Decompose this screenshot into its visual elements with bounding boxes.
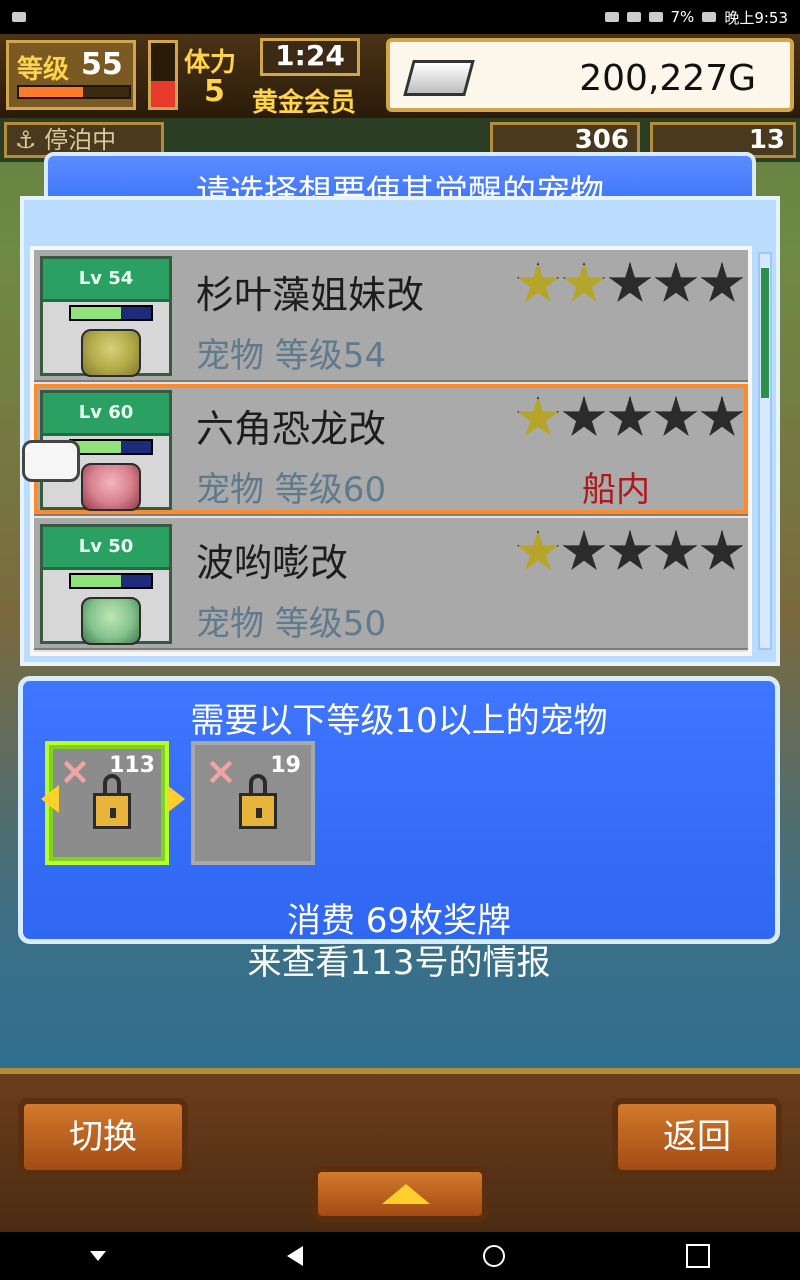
- pet-card: Lv 54: [40, 256, 172, 377]
- star-icon: [608, 262, 652, 303]
- star-icon: [562, 262, 606, 303]
- stamina-gauge-fill: [151, 81, 175, 107]
- star-icon: [654, 262, 698, 303]
- clock: 晚上9:53: [724, 8, 788, 27]
- requirement-info-link[interactable]: 来查看113号的情报: [23, 935, 775, 984]
- stamina-gauge: [148, 40, 178, 110]
- star-icon: [516, 530, 560, 571]
- pet-hp-fill: [71, 307, 121, 319]
- silver-ingot-icon: [403, 60, 475, 96]
- status-left: [12, 12, 26, 22]
- level-value: 55: [81, 47, 123, 82]
- slot-next-arrow-icon[interactable]: [167, 785, 185, 813]
- pet-name: 杉叶藻姐妹改: [196, 273, 425, 317]
- pet-card: Lv 50: [40, 524, 172, 645]
- pet-card-level: Lv 60: [43, 393, 169, 436]
- pet-sprite: [81, 463, 141, 511]
- battery-icon: [702, 12, 717, 22]
- pet-row-selected[interactable]: Lv 60 六角恐龙改 宠物 等级60 船内: [34, 384, 748, 516]
- star-icon: [516, 396, 560, 437]
- pet-list-scroll-thumb[interactable]: [761, 268, 769, 398]
- player-level-box: 等级 55: [6, 40, 136, 110]
- battery-percent: 7%: [670, 8, 695, 26]
- star-icon: [562, 396, 606, 437]
- star-icon: [654, 530, 698, 571]
- star-icon: [562, 530, 606, 571]
- pet-list[interactable]: Lv 54 杉叶藻姐妹改 宠物 等级54 Lv 60 六角恐龙改 宠物 等级60: [30, 246, 752, 656]
- star-icon: [700, 530, 744, 571]
- nav-hide-icon[interactable]: [90, 1251, 107, 1261]
- stamina-value: 5: [204, 74, 225, 109]
- pet-list-inner: Lv 54 杉叶藻姐妹改 宠物 等级54 Lv 60 六角恐龙改 宠物 等级60: [34, 250, 748, 652]
- slot-prev-arrow-icon[interactable]: [41, 785, 59, 813]
- nav-home-icon[interactable]: [483, 1245, 506, 1267]
- headphones-icon: [604, 12, 619, 22]
- pet-meta: 宠物 等级60: [196, 470, 387, 510]
- pet-hp-bar: [69, 305, 153, 321]
- wifi-icon: [648, 12, 663, 22]
- not-owned-x-icon: ×: [205, 749, 237, 793]
- pet-rarity-stars: [516, 262, 748, 314]
- switch-button[interactable]: 切换: [18, 1098, 188, 1176]
- anchor-icon: ⚓: [15, 126, 37, 154]
- pet-card-level: Lv 54: [43, 259, 169, 302]
- star-icon: [608, 396, 652, 437]
- membership-label: 黄金会员: [252, 88, 357, 118]
- required-pet-number: 19: [270, 753, 301, 778]
- bottom-controls: 切换 返回: [0, 1068, 800, 1238]
- back-button[interactable]: 返回: [612, 1098, 782, 1176]
- not-owned-x-icon: ×: [59, 749, 91, 793]
- level-progress-bar: [17, 85, 131, 99]
- stamina-timer: 1:24: [260, 38, 360, 76]
- required-pet-slot[interactable]: × 19: [191, 741, 315, 865]
- game-top-bar: 等级 55 体力 5 1:24 黄金会员 200,227G: [0, 34, 800, 122]
- pet-sprite: [81, 597, 141, 645]
- nav-back-icon[interactable]: [286, 1246, 303, 1266]
- nav-recents-icon[interactable]: [685, 1244, 710, 1268]
- star-icon: [700, 396, 744, 437]
- eye-icon: [626, 12, 641, 22]
- system-nav-bar: [0, 1232, 800, 1280]
- pet-name: 波哟嘭改: [196, 541, 349, 585]
- system-status-bar: 7% 晚上9:53: [0, 0, 800, 34]
- required-pet-slot-selected[interactable]: × 113: [45, 741, 169, 865]
- requirement-panel: 需要以下等级10以上的宠物 × 113 × 19 消费 69枚奖牌 来查看113…: [18, 676, 780, 983]
- pet-row[interactable]: Lv 50 波哟嘭改 宠物 等级50: [34, 518, 748, 650]
- pet-hp-bar: [69, 439, 153, 455]
- requirement-title: 需要以下等级10以上的宠物: [190, 701, 608, 741]
- star-icon: [654, 396, 698, 437]
- pet-list-scrollbar[interactable]: [758, 252, 772, 650]
- pet-name: 六角恐龙改: [196, 407, 387, 451]
- expand-up-button[interactable]: [312, 1166, 488, 1222]
- pet-rarity-stars: [516, 396, 748, 448]
- chat-icon: [12, 12, 26, 22]
- star-icon: [516, 262, 560, 303]
- star-icon: [700, 262, 744, 303]
- up-arrow-icon: [382, 1184, 430, 1204]
- pet-rarity-stars: [516, 530, 748, 582]
- star-icon: [608, 530, 652, 571]
- gold-amount: 200,227G: [579, 58, 756, 99]
- level-label: 等级: [17, 55, 70, 85]
- pet-row[interactable]: Lv 54 杉叶藻姐妹改 宠物 等级54: [34, 250, 748, 382]
- level-progress-fill: [19, 87, 83, 97]
- lock-icon: [239, 774, 277, 829]
- gold-display: 200,227G: [386, 38, 794, 112]
- pet-sprite: [81, 329, 141, 377]
- pet-hp-bar: [69, 573, 153, 589]
- pet-meta: 宠物 等级50: [196, 604, 387, 644]
- lock-icon: [93, 774, 131, 829]
- status-right: 7% 晚上9:53: [604, 7, 788, 28]
- anchor-status-text: 停泊中: [44, 126, 117, 154]
- pet-card-level: Lv 50: [43, 527, 169, 570]
- pet-location: 船内: [582, 470, 650, 510]
- pet-hp-fill: [71, 575, 121, 587]
- pointer-hand-icon: [22, 440, 80, 482]
- pet-meta: 宠物 等级54: [196, 336, 387, 376]
